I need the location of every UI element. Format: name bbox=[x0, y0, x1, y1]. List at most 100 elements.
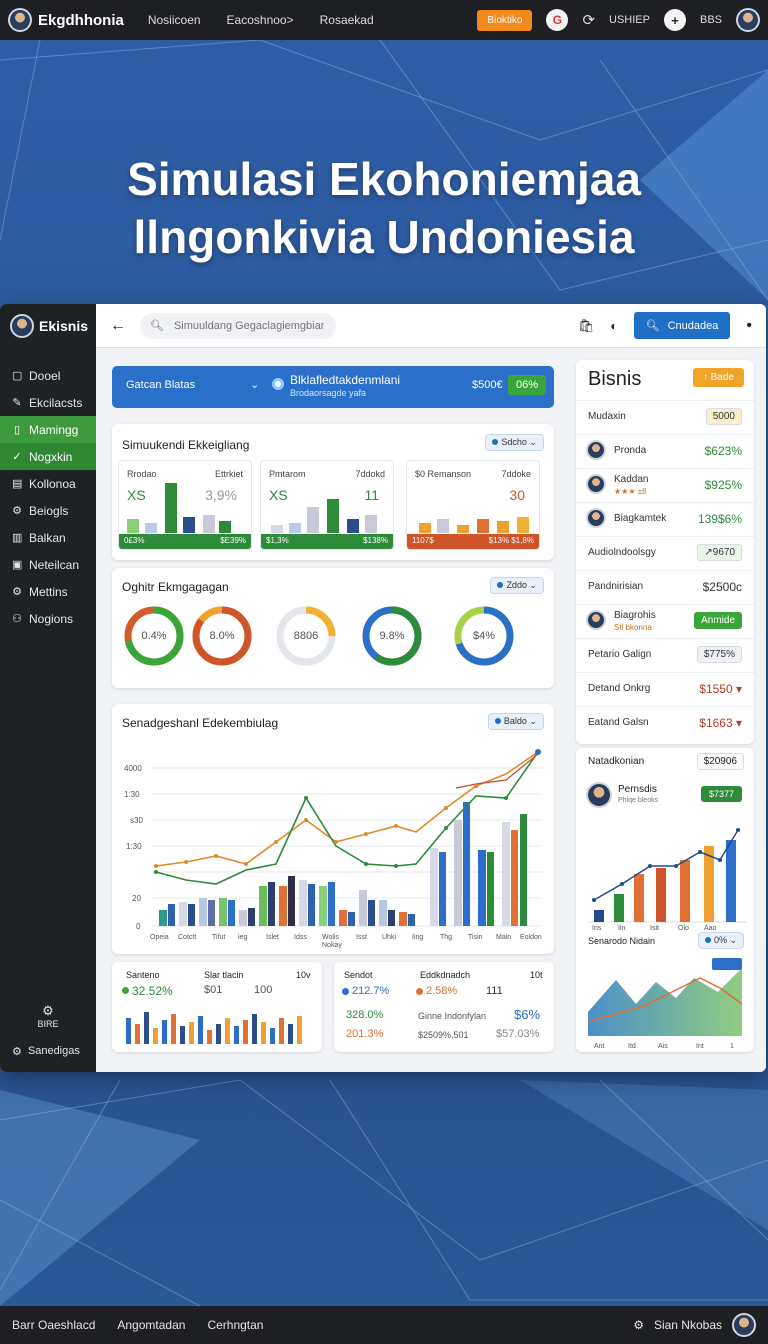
plus-icon[interactable]: + bbox=[663, 9, 686, 31]
book-icon: ▥ bbox=[12, 532, 23, 544]
svg-text:Cotctt: Cotctt bbox=[178, 934, 196, 941]
br-dot-1 bbox=[342, 988, 349, 995]
sidebar-item-6[interactable]: ⚙ Beiogls bbox=[0, 497, 96, 524]
sidebar-item-3[interactable]: ▯ Mamingg bbox=[0, 416, 96, 443]
br-r3b: $2509%.501 bbox=[418, 1030, 469, 1040]
sidebar-item-label: Dooel bbox=[29, 368, 61, 383]
business-row[interactable]: Audiolndoolsgy ↗9670 bbox=[576, 536, 754, 568]
donut-label: 8806 bbox=[293, 630, 319, 642]
mini-kpi-card[interactable]: Pmtarom 7ddokd XS 11 $1,3% $138% bbox=[260, 460, 394, 550]
footer-link-2[interactable]: Angomtadan bbox=[117, 1318, 185, 1332]
search-box[interactable]: 🔍︎ bbox=[140, 312, 336, 339]
sidebar-item-5[interactable]: ▤ Kollonoa bbox=[0, 470, 96, 497]
br-r2a: 328.0% bbox=[346, 1009, 384, 1021]
filter-banner[interactable]: Gatcan Blatas ⌄ Blklafledtakdenmlani Bro… bbox=[112, 366, 554, 408]
svg-text:Isit: Isit bbox=[650, 925, 659, 930]
back-arrow-icon[interactable]: ← bbox=[110, 317, 126, 335]
refresh-icon[interactable]: ⟳ bbox=[582, 11, 595, 29]
sidebar-item-9[interactable]: ⚙ Mettins bbox=[0, 578, 96, 605]
hero-line-1: Simulasi Ekohoniemjaa bbox=[127, 153, 641, 205]
row-avatar bbox=[586, 508, 606, 528]
simulation-filter-pill[interactable]: Sdcho ⌄ bbox=[485, 434, 544, 451]
nav-link-2[interactable]: Eacoshnoo> bbox=[227, 13, 294, 27]
bl-title-3: 10v bbox=[296, 970, 311, 980]
row-sub: Sti bkonna bbox=[614, 623, 652, 632]
row-avatar bbox=[586, 610, 606, 630]
banner-select[interactable]: Gatcan Blatas bbox=[126, 379, 195, 391]
search-icon: 🔍︎ bbox=[645, 320, 660, 332]
mini-footer: 0£3% $E39% bbox=[119, 534, 251, 549]
row-value: 139$6% bbox=[697, 512, 742, 526]
sub-chart-pill[interactable]: 0% ⌄ bbox=[697, 932, 744, 949]
sub-chart-title: Senarodo Nidain bbox=[588, 936, 656, 946]
sidebar-item-10[interactable]: ⚇ Nogions bbox=[0, 605, 96, 632]
sidebar-footer-item[interactable]: ⚙ Sanedigas bbox=[0, 1045, 96, 1058]
person-value-badge[interactable]: $7377 bbox=[700, 786, 742, 802]
business-row[interactable]: Kaddan ★★★ ±8 $925% bbox=[576, 468, 754, 500]
gear-icon: ⚙ bbox=[12, 505, 22, 517]
svg-text:Aao: Aao bbox=[704, 925, 717, 930]
sidebar-item-4[interactable]: ✓ Nogxkin bbox=[0, 443, 96, 470]
ring-card: Oghitr Ekmgagagan Zddo ⌄ 0.4% 8.0% 8806 9.8… bbox=[112, 568, 554, 688]
row-value: $2500c bbox=[702, 580, 742, 594]
business-row[interactable]: Biagkamtek 139$6% bbox=[576, 502, 754, 534]
business-panel-button[interactable]: ↑ Bade bbox=[692, 368, 744, 387]
business-row[interactable]: Mudaxin 5000 bbox=[576, 400, 754, 432]
bag-icon[interactable]: 🛍︎ bbox=[578, 318, 595, 334]
mini-footer: $1,3% $138% bbox=[261, 534, 393, 549]
sidebar-item-8[interactable]: ▣ Neteilcan bbox=[0, 551, 96, 578]
row-name: Biagrohis bbox=[614, 610, 656, 621]
simulation-card-title: Simuukendi Ekkeigliang bbox=[122, 438, 250, 452]
nav-link-1[interactable]: Nosiicoen bbox=[148, 13, 201, 27]
business-row[interactable]: Petario Galign $775% bbox=[576, 638, 754, 670]
row-value: $925% bbox=[704, 478, 742, 492]
row-name: Biagkamtek bbox=[614, 513, 667, 524]
business-row[interactable]: Detand Onkrg $1550 ▾ bbox=[576, 672, 754, 704]
row-name: Eatand Galsn bbox=[588, 717, 649, 728]
svg-text:Isst: Isst bbox=[356, 934, 367, 941]
user-avatar[interactable] bbox=[736, 8, 760, 32]
sidebar-item-label: Kollonoa bbox=[29, 476, 76, 491]
business-row[interactable]: Pandnirisian $2500c bbox=[576, 570, 754, 602]
br-r3a: 201.3% bbox=[346, 1028, 384, 1040]
footer-link-3[interactable]: Cerhngtan bbox=[207, 1318, 263, 1332]
sidebar-brand[interactable]: Ekisnis bbox=[0, 304, 96, 348]
bl-title-1: Santeno bbox=[126, 970, 160, 980]
sidebar-footer-top[interactable]: ⚙ BIRE bbox=[0, 1003, 96, 1029]
business-row[interactable]: Eatand Galsn $1663 ▾ bbox=[576, 706, 754, 738]
footer-user-label[interactable]: Sian Nkobas bbox=[654, 1318, 722, 1332]
mini-kpi-card[interactable]: Rrodao Ettrkiet XS 3,9% 0£3% $E39% bbox=[118, 460, 252, 550]
row-tag[interactable]: ↗9670 bbox=[697, 544, 742, 561]
sidebar-item-1[interactable]: ▢ Dooel bbox=[0, 362, 96, 389]
gear-icon[interactable]: ⚙ bbox=[633, 1318, 644, 1332]
box-icon: ▣ bbox=[12, 559, 23, 571]
business-row[interactable]: Biagrohis Sti bkonna Anmide bbox=[576, 604, 754, 636]
more-icon[interactable]: • bbox=[746, 317, 752, 335]
svg-text:Iln: Iln bbox=[618, 925, 626, 930]
row-tag[interactable]: $775% bbox=[696, 646, 742, 663]
person-name: Pernsdis bbox=[618, 784, 657, 795]
sidebar-avatar bbox=[10, 314, 34, 338]
action-button[interactable]: 🔍︎ Cnudadea bbox=[633, 312, 731, 339]
footer-bar: Barr Oaeshlacd Angomtadan Cerhngtan ⚙ Si… bbox=[0, 1306, 768, 1344]
sidebar-item-2[interactable]: ✎ Ekcilacsts bbox=[0, 389, 96, 416]
google-icon[interactable]: G bbox=[546, 9, 569, 31]
footer-avatar[interactable] bbox=[732, 1313, 756, 1337]
shield-icon[interactable]: ◐ bbox=[610, 319, 617, 333]
business-panel-title: Bisnis bbox=[588, 368, 642, 390]
footer-link-1[interactable]: Barr Oaeshlacd bbox=[12, 1318, 95, 1332]
row-tag[interactable]: 5000 bbox=[705, 408, 742, 425]
brand-avatar bbox=[8, 8, 32, 32]
top-cta-button[interactable]: Bioktiko bbox=[477, 9, 533, 31]
business-row[interactable]: Pronda $623% bbox=[576, 434, 754, 466]
search-input[interactable] bbox=[173, 319, 324, 332]
user-label[interactable]: USHIEP bbox=[609, 14, 650, 26]
nav-link-3[interactable]: Rosaekad bbox=[320, 13, 374, 27]
brand[interactable]: Ekgdhhonia bbox=[8, 8, 124, 32]
row-name: Audiolndoolsgy bbox=[588, 547, 656, 558]
mini-kpi-card[interactable]: $0 Remanson 7ddoke 30 1107$ $13% $1,8% bbox=[406, 460, 540, 550]
ring-filter-pill[interactable]: Zddo ⌄ bbox=[490, 577, 544, 594]
row-button[interactable]: Anmide bbox=[694, 612, 742, 629]
mini-footer: 1107$ $13% $1,8% bbox=[407, 534, 539, 549]
sidebar-item-7[interactable]: ▥ Balkan bbox=[0, 524, 96, 551]
